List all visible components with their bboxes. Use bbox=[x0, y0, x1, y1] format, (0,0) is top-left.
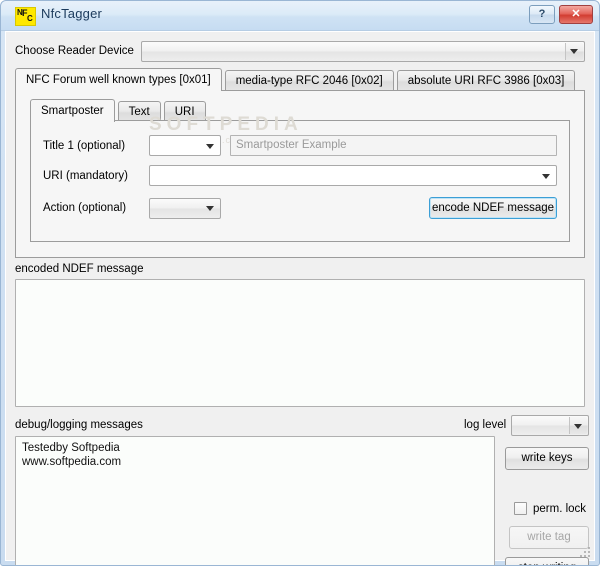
action-field-row: Action (optional) encode NDEF message bbox=[43, 197, 557, 219]
debug-logging-output[interactable]: Testedby Softpedia www.softpedia.com bbox=[15, 436, 495, 565]
close-button[interactable]: ✕ bbox=[559, 5, 593, 24]
title-text-input[interactable]: Smartposter Example bbox=[230, 135, 557, 156]
reader-device-label: Choose Reader Device bbox=[15, 45, 134, 57]
action-label: Action (optional) bbox=[43, 202, 127, 214]
title-field-row: Title 1 (optional) Smartposter Example bbox=[43, 135, 557, 156]
well-known-type-tabs: Smartposter Text URI bbox=[30, 99, 209, 122]
tab-media-type-rfc-2046[interactable]: media-type RFC 2046 [0x02] bbox=[224, 70, 394, 91]
reader-device-row: Choose Reader Device bbox=[15, 40, 585, 62]
perm-lock-checkbox[interactable] bbox=[514, 502, 527, 515]
tab-text[interactable]: Text bbox=[117, 101, 161, 122]
uri-combo[interactable] bbox=[149, 165, 557, 186]
application-window: N F C NfcTagger ? ✕ Choose Reader Device… bbox=[0, 0, 600, 566]
write-tag-button[interactable]: write tag bbox=[509, 526, 589, 549]
chevron-down-icon bbox=[542, 173, 550, 179]
tab-smartposter[interactable]: Smartposter bbox=[30, 99, 115, 122]
smartposter-panel: SOFTPEDIA www.softpedia.com Title 1 (opt… bbox=[30, 114, 570, 242]
debug-log-text: Testedby Softpedia www.softpedia.com bbox=[22, 442, 122, 468]
resize-grip-icon[interactable] bbox=[579, 546, 591, 558]
tab-nfc-forum-well-known-types[interactable]: NFC Forum well known types [0x01] bbox=[15, 68, 222, 91]
title-bar: N F C NfcTagger ? ✕ bbox=[1, 1, 599, 31]
title-combo[interactable] bbox=[149, 135, 221, 156]
log-level-combo[interactable] bbox=[511, 415, 589, 436]
encoded-ndef-message-output[interactable] bbox=[15, 279, 585, 407]
chevron-down-icon bbox=[206, 206, 214, 211]
perm-lock-row[interactable]: perm. lock bbox=[514, 502, 586, 515]
record-type-tabs: NFC Forum well known types [0x01] media-… bbox=[15, 68, 585, 91]
reader-device-combo[interactable] bbox=[140, 40, 585, 62]
nfc-app-icon: N F C bbox=[15, 7, 36, 26]
log-level-label: log level bbox=[464, 419, 507, 431]
chevron-down-icon bbox=[206, 143, 214, 149]
nfc-icon-letter-c: C bbox=[27, 14, 33, 23]
tab-uri[interactable]: URI bbox=[163, 101, 206, 122]
client-area: Choose Reader Device NFC Forum well know… bbox=[5, 31, 595, 565]
help-button[interactable]: ? bbox=[529, 5, 555, 24]
perm-lock-label: perm. lock bbox=[533, 502, 587, 515]
title-label: Title 1 (optional) bbox=[43, 139, 126, 152]
encode-ndef-message-button[interactable]: encode NDEF message bbox=[429, 197, 557, 219]
tab-absolute-uri-rfc-3986[interactable]: absolute URI RFC 3986 [0x03] bbox=[396, 70, 576, 91]
uri-field-row: URI (mandatory) bbox=[43, 165, 557, 186]
encoded-ndef-message-label: encoded NDEF message bbox=[15, 263, 144, 275]
write-keys-button[interactable]: write keys bbox=[505, 447, 589, 470]
chevron-down-icon bbox=[570, 49, 578, 54]
uri-label: URI (mandatory) bbox=[43, 169, 128, 182]
debug-logging-label: debug/logging messages bbox=[15, 419, 143, 431]
chevron-down-icon bbox=[574, 423, 582, 429]
record-type-tab-panel: Smartposter Text URI SOFTPEDIA www.softp… bbox=[15, 90, 585, 258]
window-title: NfcTagger bbox=[41, 6, 103, 21]
window-controls: ? ✕ bbox=[529, 5, 593, 24]
action-combo[interactable] bbox=[149, 197, 221, 219]
stop-writing-button[interactable]: stop writing bbox=[505, 557, 589, 565]
